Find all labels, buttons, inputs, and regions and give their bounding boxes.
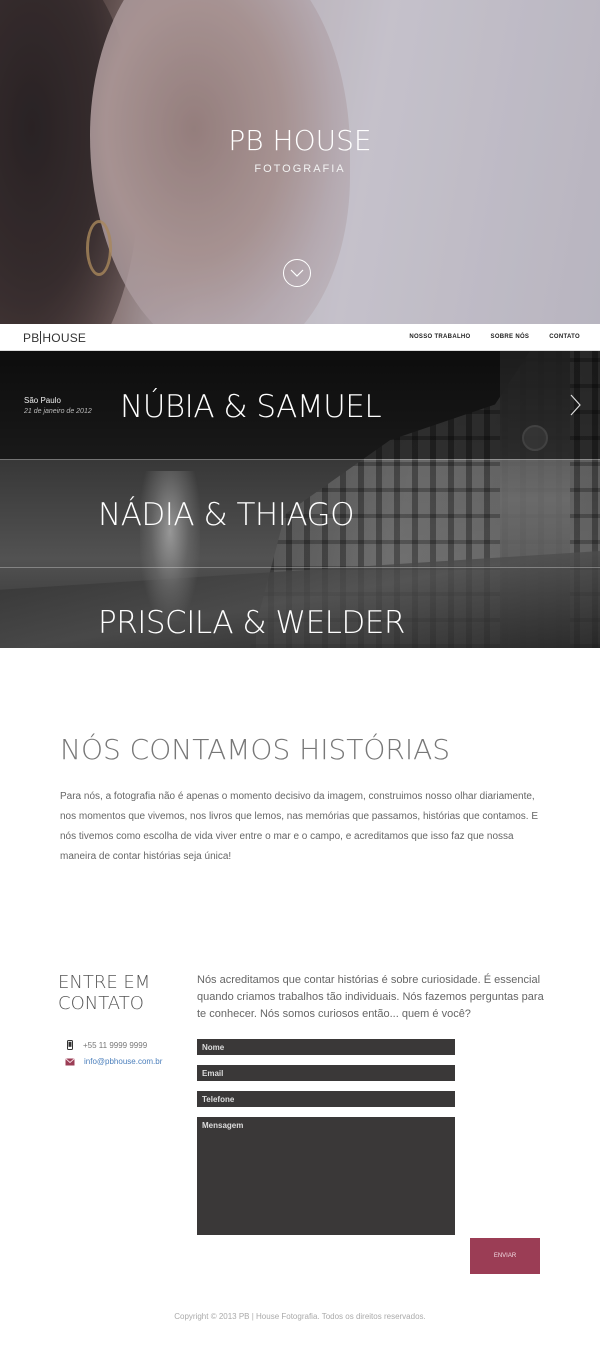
hero-subtitle: FOTOGRAFIA: [254, 163, 346, 175]
send-button[interactable]: ENVIAR: [470, 1238, 540, 1274]
mail-icon: [65, 1057, 75, 1065]
nav-links: NOSSO TRABALHO SOBRE NÓS CONTATO: [409, 334, 580, 340]
site-logo[interactable]: PB HOUSE: [23, 331, 86, 345]
contact-phone: +55 11 9999 9999: [66, 1040, 147, 1050]
contact-email[interactable]: info@pbhouse.com.br: [65, 1057, 162, 1066]
portfolio-gallery: São Paulo 21 de janeiro de 2012 NÚBIA & …: [0, 351, 600, 648]
nav-link-contato[interactable]: CONTATO: [549, 334, 580, 340]
message-field[interactable]: Mensagem: [197, 1117, 455, 1235]
hero-title: PB HOUSE: [228, 124, 372, 157]
gallery-item-priscila-welder[interactable]: PRISCILA & WELDER: [98, 605, 405, 641]
contact-heading: ENTRE EM CONTATO: [58, 972, 151, 1014]
gallery-item-nadia-thiago[interactable]: NÁDIA & THIAGO: [98, 497, 354, 533]
story-paragraph: Para nós, a fotografia não é apenas o mo…: [60, 791, 538, 862]
chevron-right-icon[interactable]: [568, 393, 582, 417]
hero-banner: PB HOUSE FOTOGRAFIA: [0, 0, 600, 324]
email-field[interactable]: Email: [197, 1065, 455, 1081]
phone-field[interactable]: Telefone: [197, 1091, 455, 1107]
gallery-divider: [0, 567, 600, 568]
top-navbar: PB HOUSE NOSSO TRABALHO SOBRE NÓS CONTATO: [0, 324, 600, 351]
gallery-item-city: São Paulo: [24, 396, 61, 405]
nav-link-sobre-nos[interactable]: SOBRE NÓS: [491, 334, 530, 340]
chevron-down-icon: [290, 269, 304, 277]
footer-copyright: Copyright © 2013 PB | House Fotografia. …: [174, 1312, 426, 1321]
gallery-item-date: 21 de janeiro de 2012: [24, 408, 92, 415]
gallery-photo-couple: [140, 471, 200, 621]
gallery-divider: [0, 459, 600, 460]
nav-link-nosso-trabalho[interactable]: NOSSO TRABALHO: [409, 334, 470, 340]
contact-intro-text: Nós acreditamos que contar histórias é s…: [197, 974, 544, 1020]
name-field[interactable]: Nome: [197, 1039, 455, 1055]
story-heading: NÓS CONTAMOS HISTÓRIAS: [60, 733, 451, 766]
gallery-item-nubia-samuel[interactable]: NÚBIA & SAMUEL: [120, 389, 382, 425]
scroll-down-button[interactable]: [283, 259, 311, 287]
phone-icon: [67, 1040, 73, 1050]
